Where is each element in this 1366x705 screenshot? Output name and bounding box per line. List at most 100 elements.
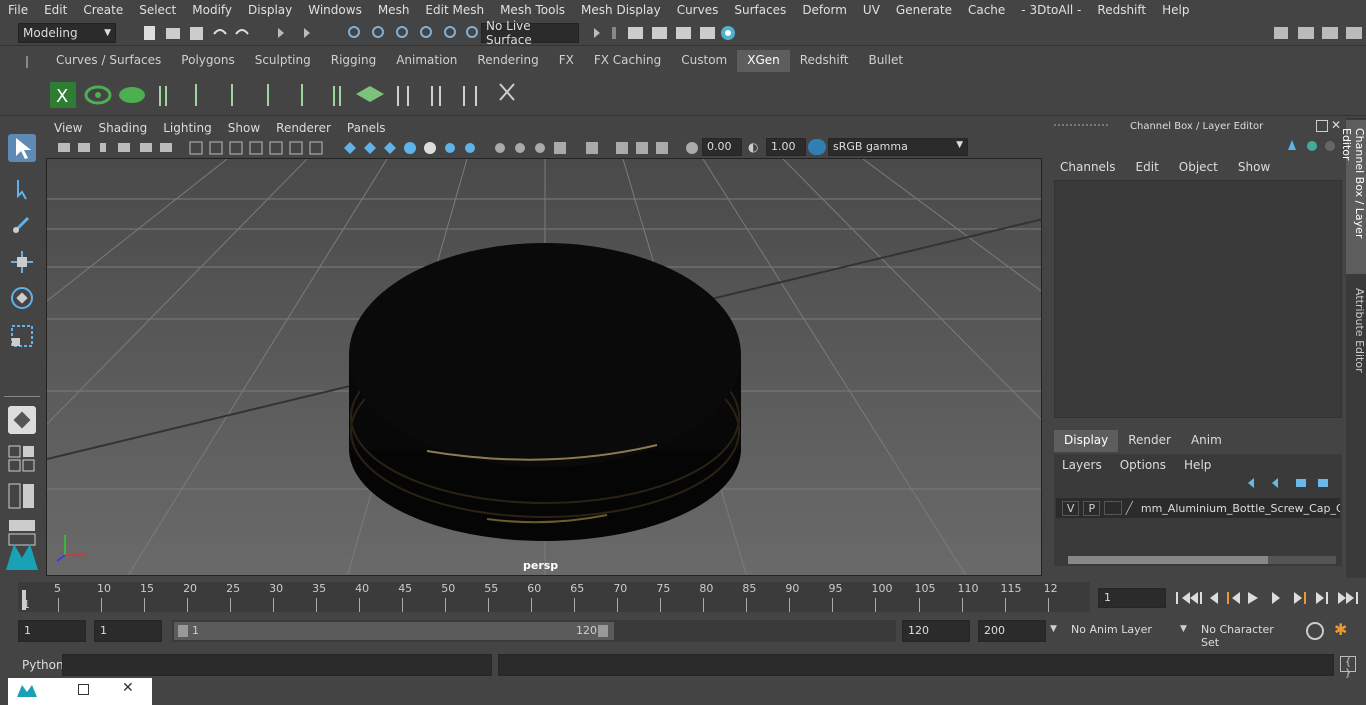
shelf-tab-fx[interactable]: FX	[549, 50, 584, 72]
menu-mesh-display[interactable]: Mesh Display	[573, 3, 669, 17]
menu-mesh[interactable]: Mesh	[370, 3, 418, 17]
panel-grip[interactable]	[1054, 124, 1108, 130]
anim-layer-dropdown[interactable]: No Anim Layer	[1066, 620, 1174, 642]
perspective-viewport[interactable]: persp	[46, 158, 1042, 576]
shelf-tab-redshift[interactable]: Redshift	[790, 50, 859, 72]
colorspace-dropdown[interactable]: sRGB gamma ▼	[828, 138, 968, 156]
auto-key-icon[interactable]	[1306, 622, 1324, 640]
maximize-icon[interactable]	[78, 684, 89, 695]
range-bar[interactable]: 1 120	[174, 622, 614, 640]
workspace-icons[interactable]	[1270, 24, 1366, 42]
shelf-tab-curves-surfaces[interactable]: Curves / Surfaces	[46, 50, 171, 72]
layer-visibility-toggle[interactable]: V	[1062, 500, 1080, 516]
chevron-down-icon[interactable]: ▼	[1050, 624, 1057, 634]
channelbox-toggle-icons[interactable]	[1284, 138, 1344, 154]
menu-mesh-tools[interactable]: Mesh Tools	[492, 3, 573, 17]
exposure-field[interactable]: 0.00	[702, 138, 742, 156]
move-tool-icon[interactable]	[8, 248, 36, 276]
layer-menu-layers[interactable]: Layers	[1054, 458, 1112, 472]
layer-type-toggle[interactable]	[1104, 501, 1122, 515]
color-management-icon[interactable]	[808, 139, 826, 155]
menu-help[interactable]: Help	[1154, 3, 1197, 17]
select-tool-icon[interactable]	[8, 134, 36, 162]
viewport-tool-icons[interactable]	[56, 140, 716, 156]
menu-modify[interactable]: Modify	[184, 3, 240, 17]
end-frame-field[interactable]: 200	[978, 620, 1046, 642]
time-slider[interactable]: 1 5 10 15 20 25 30 35 40 45 50 55 60 65 70 75 80 85 90 95 1…	[0, 580, 1366, 614]
lasso-tool-icon[interactable]	[8, 174, 36, 202]
command-language-label[interactable]: Python	[22, 658, 64, 672]
channelbox-menu-channels[interactable]: Channels	[1050, 160, 1126, 174]
rotate-tool-icon[interactable]	[8, 284, 36, 312]
viewport-menu-renderer[interactable]: Renderer	[268, 118, 339, 138]
menu-cache[interactable]: Cache	[960, 3, 1013, 17]
menu-file[interactable]: File	[0, 3, 36, 17]
layer-tab-display[interactable]: Display	[1054, 430, 1119, 452]
gamma-field[interactable]: 1.00	[766, 138, 806, 156]
channelbox-menu-edit[interactable]: Edit	[1126, 160, 1169, 174]
layer-color-icon[interactable]: ╱	[1126, 501, 1139, 515]
viewport-scene[interactable]	[47, 159, 1042, 576]
range-track[interactable]: 1 120	[172, 620, 896, 642]
viewport-menu-show[interactable]: Show	[220, 118, 268, 138]
float-panel-icon[interactable]	[1316, 120, 1328, 132]
layer-scrollbar-thumb[interactable]	[1068, 556, 1268, 564]
playback-end-field[interactable]: 120	[902, 620, 970, 642]
file-and-select-icons[interactable]	[140, 24, 480, 42]
shelf-tab-polygons[interactable]: Polygons	[171, 50, 244, 72]
menu-3dtoall[interactable]: - 3DtoAll -	[1013, 3, 1089, 17]
menu-edit[interactable]: Edit	[36, 3, 75, 17]
live-surface-field[interactable]: No Live Surface	[481, 19, 579, 47]
snap-icon[interactable]	[8, 406, 36, 434]
playback-controls[interactable]	[1174, 588, 1364, 608]
menu-redshift[interactable]: Redshift	[1089, 3, 1154, 17]
shelf-tab-custom[interactable]: Custom	[671, 50, 737, 72]
menu-display[interactable]: Display	[240, 3, 300, 17]
character-set-dropdown[interactable]: No Character Set	[1196, 620, 1296, 649]
viewport-menu-lighting[interactable]: Lighting	[155, 118, 220, 138]
start-frame-field[interactable]: 1	[18, 620, 86, 642]
tab-channel-box[interactable]: Channel Box / Layer Editor	[1340, 120, 1366, 274]
shelf-tab-rendering[interactable]: Rendering	[467, 50, 548, 72]
outliner-layout-icon[interactable]	[8, 482, 36, 510]
layer-tab-render[interactable]: Render	[1118, 430, 1181, 452]
layer-scrollbar[interactable]	[1068, 556, 1336, 564]
shelf-tab-sculpting[interactable]: Sculpting	[245, 50, 321, 72]
menu-create[interactable]: Create	[75, 3, 131, 17]
script-editor-icon[interactable]: { }	[1340, 656, 1356, 679]
shelf-tab-bullet[interactable]: Bullet	[858, 50, 913, 72]
command-input[interactable]	[62, 654, 492, 676]
channelbox-menu-object[interactable]: Object	[1169, 160, 1228, 174]
shelf-tab-animation[interactable]: Animation	[386, 50, 467, 72]
range-start-handle[interactable]	[178, 625, 188, 637]
layer-action-icons[interactable]	[1244, 476, 1334, 490]
menu-surfaces[interactable]: Surfaces	[726, 3, 794, 17]
chevron-down-icon[interactable]: ▼	[1180, 624, 1187, 634]
mode-dropdown[interactable]: Modeling ▼	[18, 23, 116, 43]
playback-start-field[interactable]: 1	[94, 620, 162, 642]
shelf-tab-fx-caching[interactable]: FX Caching	[584, 50, 671, 72]
menu-windows[interactable]: Windows	[300, 3, 370, 17]
viewport-menu-view[interactable]: View	[46, 118, 90, 138]
menu-curves[interactable]: Curves	[669, 3, 727, 17]
range-end-handle[interactable]	[598, 625, 608, 637]
paint-select-icon[interactable]	[8, 210, 36, 238]
viewport-menu-shading[interactable]: Shading	[90, 118, 155, 138]
shelf-tab-xgen[interactable]: XGen	[737, 50, 790, 72]
xgen-shelf-icons[interactable]: X	[48, 78, 528, 112]
layer-menu-help[interactable]: Help	[1176, 458, 1221, 472]
menu-generate[interactable]: Generate	[888, 3, 960, 17]
layer-menu-options[interactable]: Options	[1112, 458, 1176, 472]
menu-select[interactable]: Select	[131, 3, 184, 17]
menu-deform[interactable]: Deform	[794, 3, 855, 17]
layer-row[interactable]: V P ╱ mm_Aluminium_Bottle_Screw_Cap_Gc	[1056, 498, 1340, 518]
layout-icons[interactable]	[8, 444, 36, 472]
close-icon[interactable]: ✕	[122, 680, 134, 696]
layer-playback-toggle[interactable]: P	[1083, 500, 1101, 516]
preferences-run-icon[interactable]: ✱	[1334, 620, 1356, 642]
current-frame-field[interactable]: 1	[1098, 588, 1166, 608]
render-icons[interactable]	[590, 24, 750, 42]
shelf-tab-rigging[interactable]: Rigging	[321, 50, 386, 72]
viewport-menu-panels[interactable]: Panels	[339, 118, 394, 138]
channelbox-menu-show[interactable]: Show	[1228, 160, 1280, 174]
